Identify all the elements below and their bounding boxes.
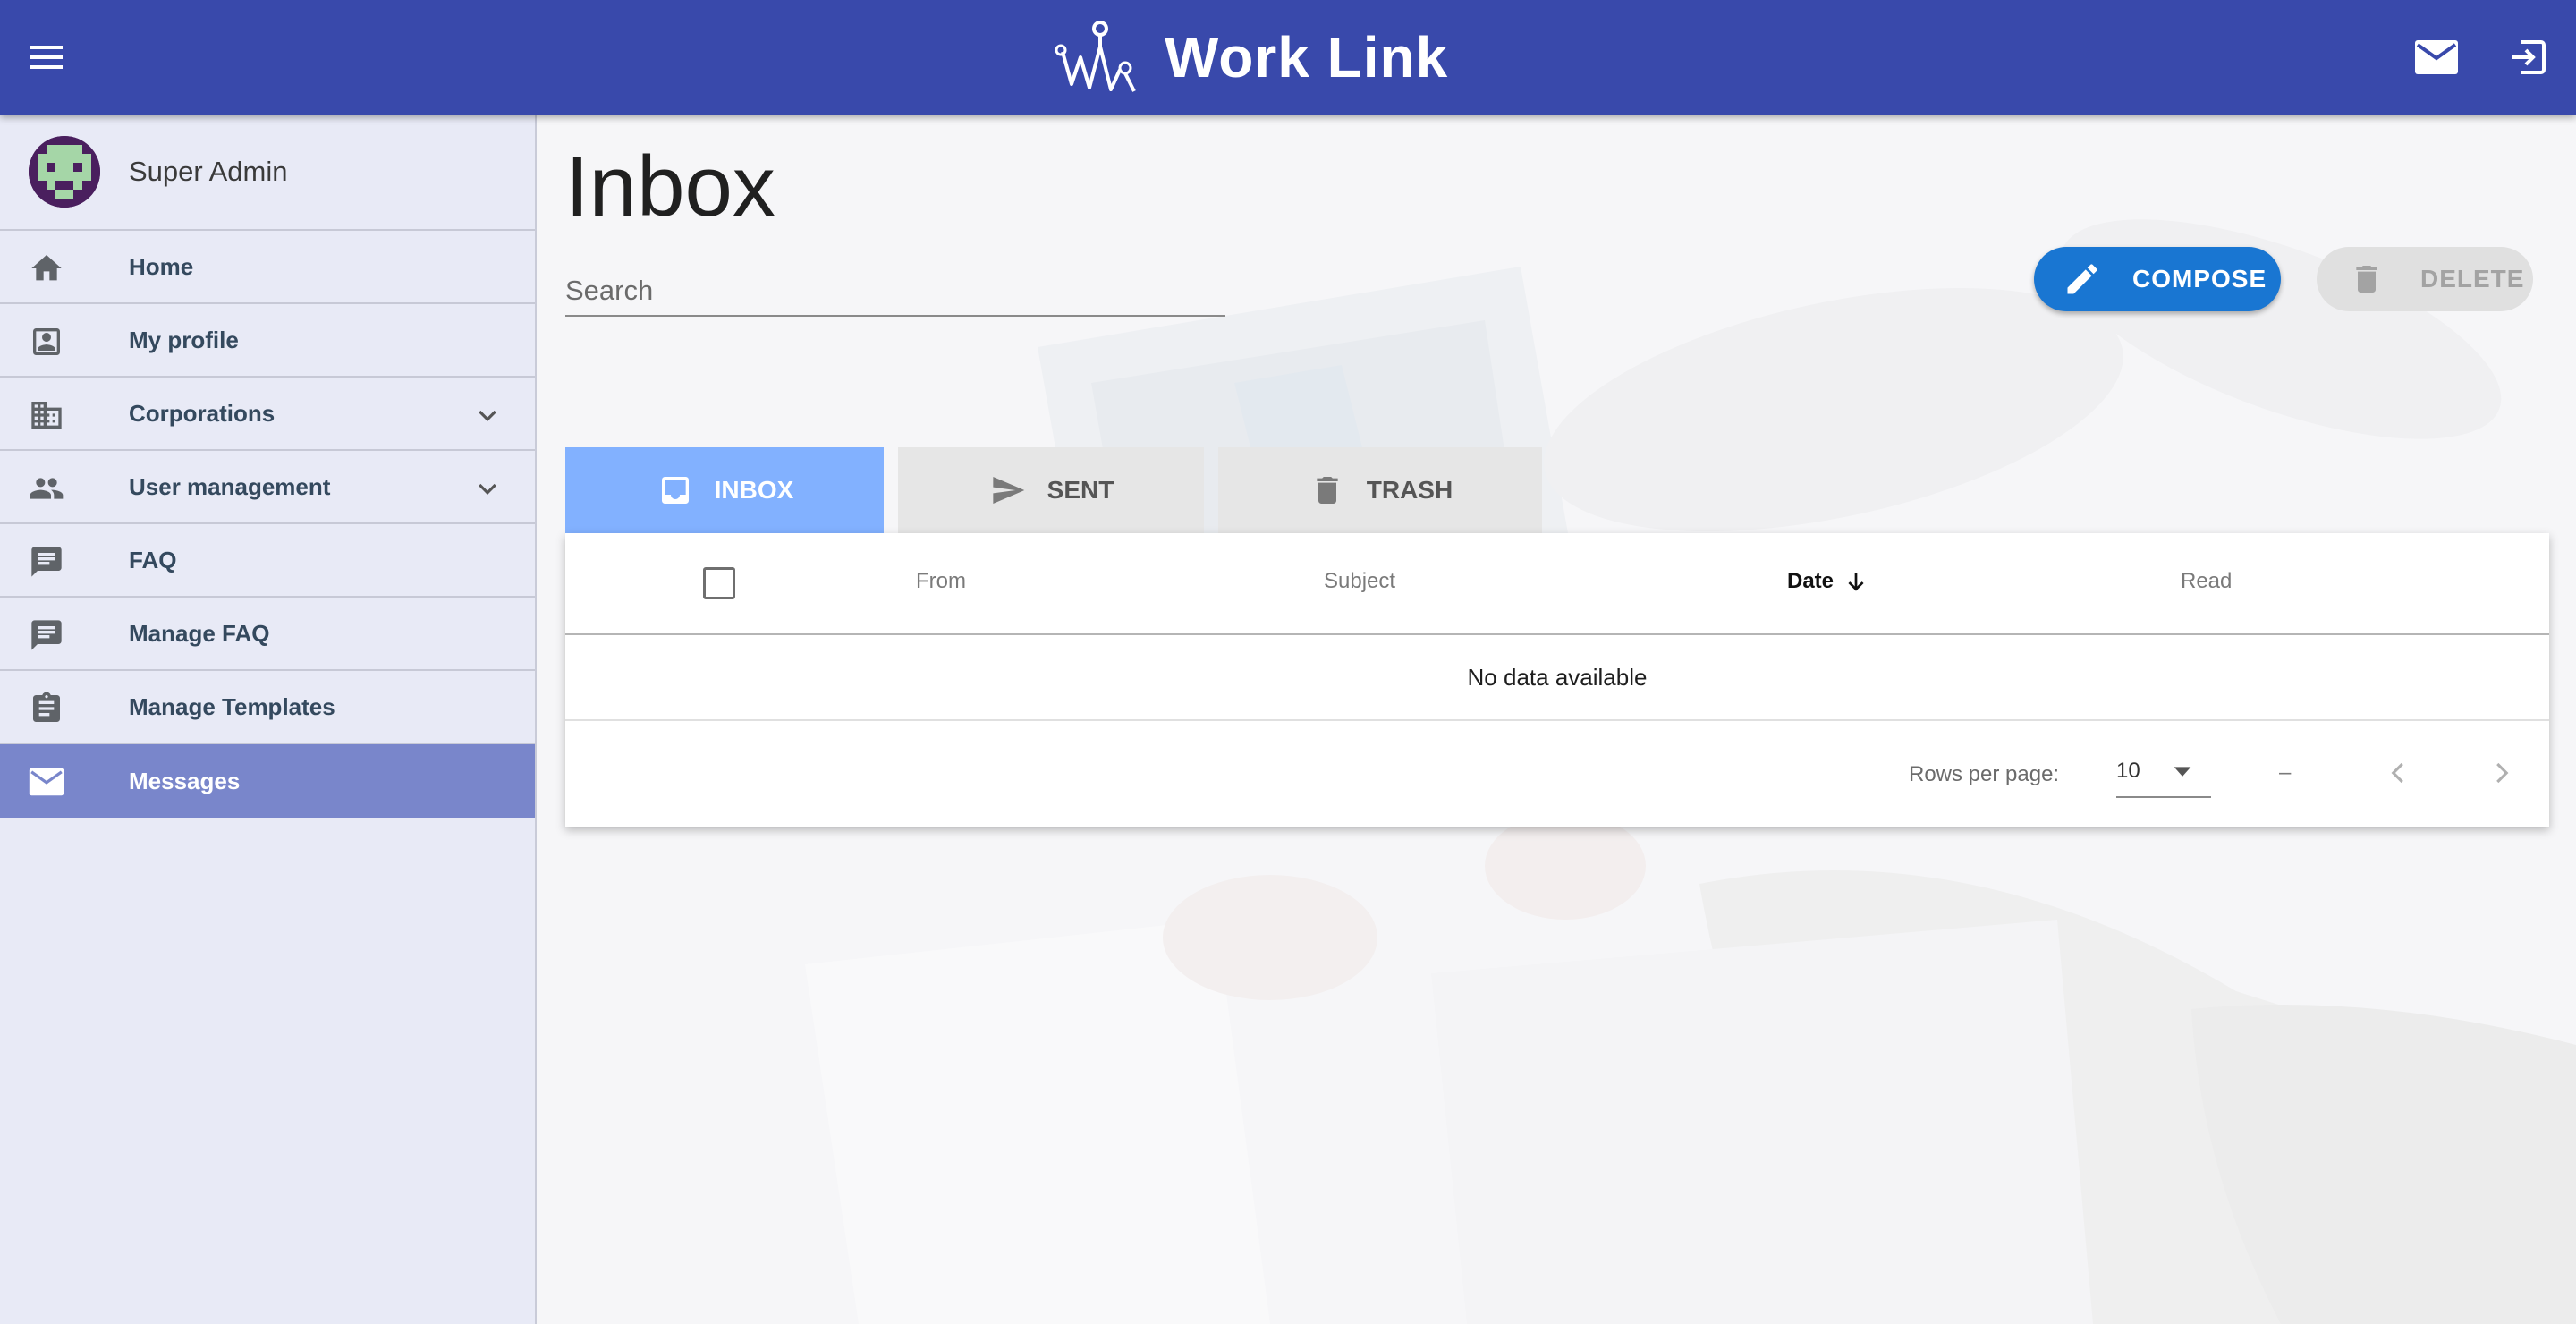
sidebar: Super Admin Home My profile Corporations… <box>0 115 537 1324</box>
chat-icon <box>29 544 64 580</box>
column-header-read[interactable]: Read <box>2181 569 2232 594</box>
select-all-checkbox[interactable] <box>703 567 735 599</box>
app-bar: Work Link <box>0 0 2576 115</box>
tab-inbox[interactable]: INBOX <box>565 447 884 533</box>
previous-page-button[interactable] <box>2381 755 2417 791</box>
column-header-from[interactable]: From <box>916 569 966 594</box>
compose-button[interactable]: COMPOSE <box>2034 247 2281 311</box>
sidebar-item-label: Manage Templates <box>129 692 335 720</box>
tab-label: INBOX <box>714 476 794 504</box>
sidebar-item-label: Home <box>129 252 194 280</box>
mailbox-tabs: INBOX SENT TRASH <box>565 447 1556 533</box>
tab-label: SENT <box>1046 476 1114 504</box>
clipboard-icon <box>29 691 64 726</box>
home-icon <box>29 250 64 286</box>
profile-icon <box>29 324 64 360</box>
sidebar-item-label: Corporations <box>129 399 275 427</box>
building-icon <box>29 397 64 433</box>
user-profile-row[interactable]: Super Admin <box>0 115 535 231</box>
mail-icon <box>2415 40 2458 74</box>
column-header-date[interactable]: Date <box>1787 569 1869 594</box>
sidebar-item-label: Messages <box>129 767 241 794</box>
sidebar-item-label: User management <box>129 472 331 500</box>
dropdown-arrow-icon <box>2174 767 2191 777</box>
user-name: Super Admin <box>129 156 288 187</box>
sidebar-item-label: FAQ <box>129 546 177 573</box>
pagination-range: – <box>2279 760 2292 785</box>
chevron-down-icon[interactable] <box>470 472 504 506</box>
rows-per-page-label: Rows per page: <box>1909 762 2060 786</box>
send-icon <box>988 471 1028 510</box>
mail-icon <box>29 764 64 800</box>
search-input[interactable] <box>565 267 1225 315</box>
trash-icon <box>1308 471 1347 510</box>
page-title: Inbox <box>565 139 775 234</box>
menu-icon <box>30 46 63 69</box>
avatar <box>29 136 100 208</box>
messages-table: From Subject Date Read No data available… <box>565 533 2549 827</box>
pixel-avatar-icon <box>29 136 100 208</box>
arrow-down-icon <box>1844 569 1869 594</box>
column-header-subject[interactable]: Subject <box>1324 569 1395 594</box>
sidebar-item-faq[interactable]: FAQ <box>0 524 535 598</box>
sidebar-item-manage-faq[interactable]: Manage FAQ <box>0 598 535 671</box>
main-content: Inbox COMPOSE DELETE INBOX SENT <box>537 115 2576 1324</box>
pencil-icon <box>2063 259 2102 299</box>
logout-button[interactable] <box>2499 30 2556 84</box>
menu-button[interactable] <box>21 30 72 84</box>
next-page-button[interactable] <box>2483 755 2519 791</box>
table-footer: Rows per page: 10 – <box>565 721 2549 827</box>
people-icon <box>29 471 64 506</box>
empty-message: No data available <box>1467 663 1648 691</box>
trash-icon <box>2349 259 2385 299</box>
app-title: Work Link <box>1165 25 1449 89</box>
sidebar-item-manage-templates[interactable]: Manage Templates <box>0 671 535 744</box>
rows-per-page-select[interactable]: 10 <box>2116 751 2211 798</box>
sidebar-item-messages[interactable]: Messages <box>0 744 535 818</box>
delete-label: DELETE <box>2420 265 2525 293</box>
table-empty-row: No data available <box>565 635 2549 721</box>
chevron-down-icon[interactable] <box>470 399 504 433</box>
chevron-right-icon <box>2496 762 2509 784</box>
mail-button[interactable] <box>2406 30 2467 84</box>
sidebar-item-user-management[interactable]: User management <box>0 451 535 524</box>
sidebar-item-label: Manage FAQ <box>129 619 270 647</box>
logout-icon <box>2512 40 2546 74</box>
sidebar-item-label: My profile <box>129 326 239 353</box>
sidebar-item-home[interactable]: Home <box>0 231 535 304</box>
column-header-date-label: Date <box>1787 569 1835 593</box>
brand[interactable]: Work Link <box>1055 18 1448 97</box>
sidebar-item-my-profile[interactable]: My profile <box>0 304 535 378</box>
tab-trash[interactable]: TRASH <box>1218 447 1542 533</box>
chevron-left-icon <box>2391 762 2403 784</box>
sidebar-item-corporations[interactable]: Corporations <box>0 378 535 451</box>
delete-button[interactable]: DELETE <box>2317 247 2533 311</box>
chat-icon <box>29 617 64 653</box>
search-field <box>565 267 1225 317</box>
compose-label: COMPOSE <box>2132 265 2267 293</box>
rows-per-page-value: 10 <box>2116 759 2140 783</box>
tab-sent[interactable]: SENT <box>898 447 1204 533</box>
work-link-logo-icon <box>1055 21 1136 92</box>
tab-label: TRASH <box>1366 476 1453 504</box>
inbox-icon <box>656 471 695 510</box>
table-header: From Subject Date Read <box>565 533 2549 635</box>
